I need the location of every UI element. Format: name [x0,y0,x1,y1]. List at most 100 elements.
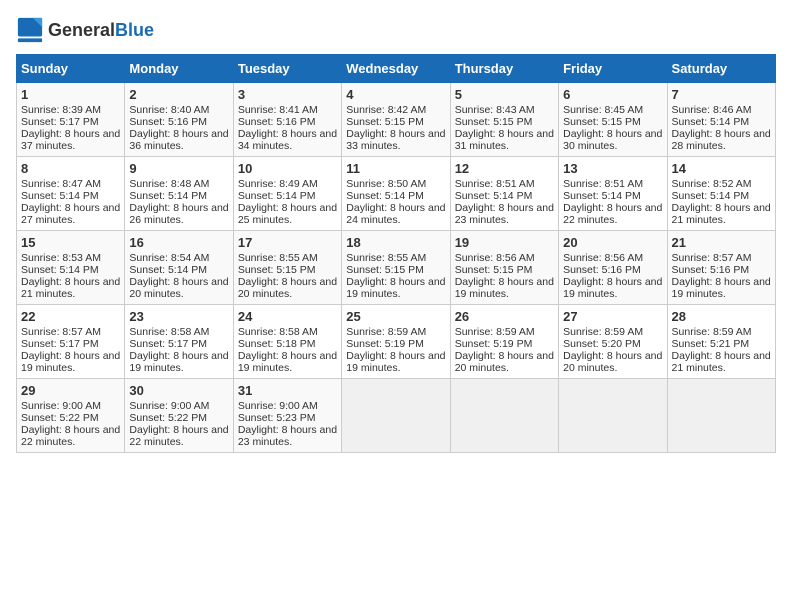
day-number: 21 [672,235,771,250]
daylight: Daylight: 8 hours and 20 minutes. [563,350,662,374]
sunrise: Sunrise: 8:53 AM [21,252,101,264]
column-header-sunday: Sunday [17,55,125,83]
daylight: Daylight: 8 hours and 30 minutes. [563,128,662,152]
daylight: Daylight: 8 hours and 31 minutes. [455,128,554,152]
sunrise: Sunrise: 8:56 AM [563,252,643,264]
daylight: Daylight: 8 hours and 27 minutes. [21,202,120,226]
sunset: Sunset: 5:21 PM [672,338,750,350]
sunrise: Sunrise: 8:49 AM [238,178,318,190]
day-number: 27 [563,309,662,324]
daylight: Daylight: 8 hours and 19 minutes. [672,276,771,300]
calendar-cell: 27Sunrise: 8:59 AMSunset: 5:20 PMDayligh… [559,305,667,379]
day-number: 29 [21,383,120,398]
daylight: Daylight: 8 hours and 28 minutes. [672,128,771,152]
day-number: 2 [129,87,228,102]
logo-blue: Blue [115,20,154,40]
sunset: Sunset: 5:16 PM [563,264,641,276]
calendar-cell: 24Sunrise: 8:58 AMSunset: 5:18 PMDayligh… [233,305,341,379]
day-number: 19 [455,235,554,250]
sunset: Sunset: 5:14 PM [21,190,99,202]
daylight: Daylight: 8 hours and 19 minutes. [346,350,445,374]
sunrise: Sunrise: 9:00 AM [21,400,101,412]
day-number: 30 [129,383,228,398]
sunrise: Sunrise: 8:45 AM [563,104,643,116]
day-number: 3 [238,87,337,102]
sunset: Sunset: 5:17 PM [129,338,207,350]
sunset: Sunset: 5:23 PM [238,412,316,424]
daylight: Daylight: 8 hours and 19 minutes. [21,350,120,374]
sunrise: Sunrise: 8:58 AM [238,326,318,338]
daylight: Daylight: 8 hours and 20 minutes. [238,276,337,300]
sunrise: Sunrise: 9:00 AM [238,400,318,412]
sunset: Sunset: 5:19 PM [346,338,424,350]
sunrise: Sunrise: 8:46 AM [672,104,752,116]
sunset: Sunset: 5:16 PM [672,264,750,276]
calendar-cell: 10Sunrise: 8:49 AMSunset: 5:14 PMDayligh… [233,157,341,231]
daylight: Daylight: 8 hours and 19 minutes. [346,276,445,300]
calendar-cell: 26Sunrise: 8:59 AMSunset: 5:19 PMDayligh… [450,305,558,379]
logo-general: General [48,20,115,40]
day-number: 5 [455,87,554,102]
day-number: 22 [21,309,120,324]
day-number: 7 [672,87,771,102]
sunset: Sunset: 5:16 PM [129,116,207,128]
calendar-table: SundayMondayTuesdayWednesdayThursdayFrid… [16,54,776,453]
column-header-thursday: Thursday [450,55,558,83]
sunrise: Sunrise: 8:59 AM [346,326,426,338]
calendar-cell: 7 Sunrise: 8:46 AMSunset: 5:14 PMDaylight… [667,83,775,157]
sunset: Sunset: 5:15 PM [346,116,424,128]
calendar-cell: 17Sunrise: 8:55 AMSunset: 5:15 PMDayligh… [233,231,341,305]
calendar-cell: 4Sunrise: 8:42 AMSunset: 5:15 PMDaylight… [342,83,450,157]
sunset: Sunset: 5:14 PM [21,264,99,276]
day-number: 26 [455,309,554,324]
daylight: Daylight: 8 hours and 22 minutes. [21,424,120,448]
column-header-monday: Monday [125,55,233,83]
calendar-cell: 2Sunrise: 8:40 AMSunset: 5:16 PMDaylight… [125,83,233,157]
column-header-saturday: Saturday [667,55,775,83]
week-row-2: 8Sunrise: 8:47 AMSunset: 5:14 PMDaylight… [17,157,776,231]
sunrise: Sunrise: 8:59 AM [455,326,535,338]
calendar-cell [342,379,450,453]
sunset: Sunset: 5:14 PM [346,190,424,202]
day-number: 31 [238,383,337,398]
daylight: Daylight: 8 hours and 23 minutes. [455,202,554,226]
day-number: 17 [238,235,337,250]
sunset: Sunset: 5:15 PM [346,264,424,276]
sunrise: Sunrise: 9:00 AM [129,400,209,412]
column-header-tuesday: Tuesday [233,55,341,83]
daylight: Daylight: 8 hours and 34 minutes. [238,128,337,152]
daylight: Daylight: 8 hours and 23 minutes. [238,424,337,448]
calendar-cell: 16Sunrise: 8:54 AMSunset: 5:14 PMDayligh… [125,231,233,305]
calendar-cell: 15Sunrise: 8:53 AMSunset: 5:14 PMDayligh… [17,231,125,305]
calendar-cell [667,379,775,453]
sunrise: Sunrise: 8:39 AM [21,104,101,116]
day-number: 4 [346,87,445,102]
calendar-cell: 12Sunrise: 8:51 AMSunset: 5:14 PMDayligh… [450,157,558,231]
sunrise: Sunrise: 8:52 AM [672,178,752,190]
daylight: Daylight: 8 hours and 19 minutes. [563,276,662,300]
day-number: 1 [21,87,120,102]
calendar-cell: 13Sunrise: 8:51 AMSunset: 5:14 PMDayligh… [559,157,667,231]
column-header-friday: Friday [559,55,667,83]
week-row-5: 29Sunrise: 9:00 AMSunset: 5:22 PMDayligh… [17,379,776,453]
sunset: Sunset: 5:14 PM [672,116,750,128]
day-number: 24 [238,309,337,324]
sunrise: Sunrise: 8:57 AM [672,252,752,264]
sunrise: Sunrise: 8:59 AM [563,326,643,338]
week-row-3: 15Sunrise: 8:53 AMSunset: 5:14 PMDayligh… [17,231,776,305]
sunset: Sunset: 5:14 PM [129,190,207,202]
day-number: 14 [672,161,771,176]
sunset: Sunset: 5:14 PM [672,190,750,202]
sunrise: Sunrise: 8:59 AM [672,326,752,338]
calendar-cell [450,379,558,453]
day-number: 12 [455,161,554,176]
calendar-cell: 8Sunrise: 8:47 AMSunset: 5:14 PMDaylight… [17,157,125,231]
daylight: Daylight: 8 hours and 36 minutes. [129,128,228,152]
sunset: Sunset: 5:18 PM [238,338,316,350]
daylight: Daylight: 8 hours and 22 minutes. [563,202,662,226]
daylight: Daylight: 8 hours and 20 minutes. [129,276,228,300]
calendar-cell: 19Sunrise: 8:56 AMSunset: 5:15 PMDayligh… [450,231,558,305]
week-row-1: 1Sunrise: 8:39 AMSunset: 5:17 PMDaylight… [17,83,776,157]
day-number: 13 [563,161,662,176]
sunrise: Sunrise: 8:54 AM [129,252,209,264]
